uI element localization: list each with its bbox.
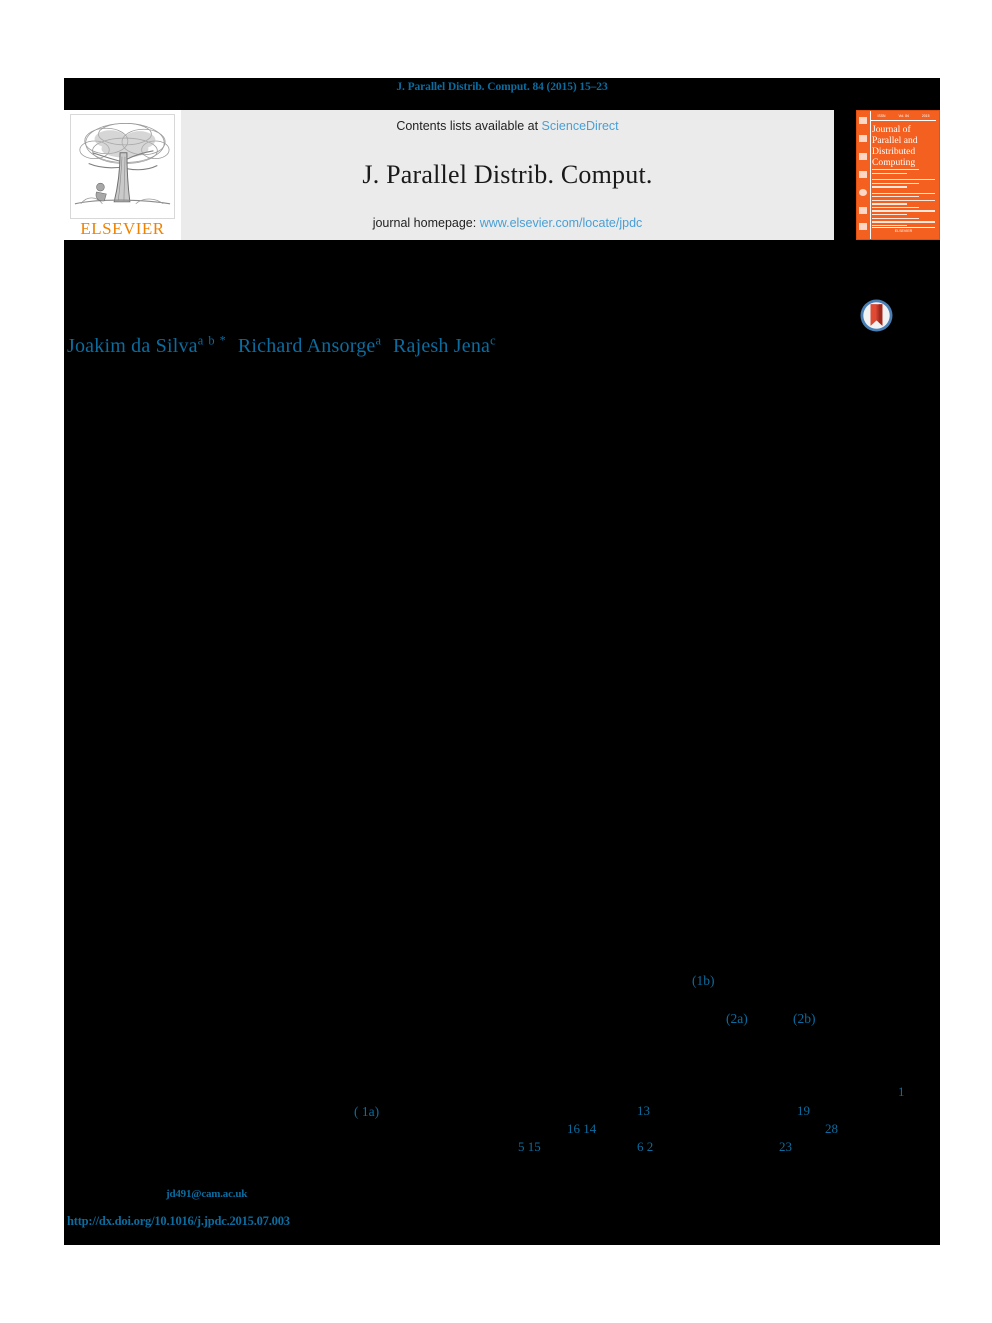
floating-label-0: (1b) [692,973,715,988]
journal-homepage-link[interactable]: www.elsevier.com/locate/jpdc [480,216,643,230]
floating-label-10: 6 2 [637,1139,654,1154]
author-affiliation-2: c [490,333,497,347]
homepage-label: journal homepage: [372,216,480,230]
crossmark-icon [860,299,893,332]
cover-title-line-1: Journal of [872,124,911,135]
cover-footer-wordmark: ELSEVIER [872,227,935,236]
cover-meta-2: 2015 [921,114,930,118]
sciencedirect-link[interactable]: ScienceDirect [542,119,619,133]
crossmark-badge[interactable] [858,297,895,334]
contents-available-text: Contents lists available at [396,119,542,133]
author-name-2: Rajesh Jena [392,334,491,357]
journal-homepage-line: journal homepage: www.elsevier.com/locat… [181,216,834,231]
floating-label-5: 13 [637,1103,650,1118]
author-affiliation-0: a b * [197,333,227,347]
floating-label-6: 19 [797,1103,810,1118]
elsevier-wordmark: ELSEVIER [80,219,165,238]
contents-available-line: Contents lists available at ScienceDirec… [181,119,834,134]
article-page-canvas: J. Parallel Distrib. Comput. 84 (2015) 1… [64,78,940,1245]
author-list: Joakim da Silvaa b * Richard Ansorgea Raje… [67,333,497,358]
doi-link[interactable]: http://dx.doi.org/10.1016/j.jpdc.2015.07… [67,1214,290,1229]
author-entry-2: Rajesh Jenac [392,333,497,357]
corresponding-author-email[interactable]: jd491@cam.ac.uk [166,1188,247,1200]
author-name-0: Joakim da Silva [67,334,198,357]
cover-title-line-2: Parallel and [872,135,918,147]
masthead-panel: Contents lists available at ScienceDirec… [181,110,834,240]
cover-top-meta: ISSN Vol. 84 2015 [871,114,936,121]
elsevier-logo: ELSEVIER [64,110,181,240]
cover-spine [857,111,871,239]
journal-masthead: ELSEVIER Contents lists available at Sci… [64,110,940,240]
floating-label-11: 23 [779,1139,792,1154]
journal-cover-thumbnail: ISSN Vol. 84 2015 Journal of Parallel an… [856,110,940,240]
cover-title-line-4: Computing [872,157,916,169]
cover-meta-0: ISSN [877,114,886,118]
floating-label-7: 16 14 [567,1121,597,1136]
cover-contents-rules [872,169,935,227]
floating-label-8: 28 [825,1121,838,1136]
cover-title-line-3: Distributed [872,146,916,158]
floating-label-1: (2a) [726,1011,748,1026]
cover-title: Journal of Parallel and Distributed Comp… [872,124,935,169]
elsevier-tree-drawing [71,117,174,216]
floating-label-9: 5 15 [518,1139,541,1154]
author-entry-1: Richard Ansorgea [237,333,382,357]
author-name-1: Richard Ansorge [237,334,376,357]
running-head-citation: J. Parallel Distrib. Comput. 84 (2015) 1… [396,81,608,93]
elsevier-tree-icon [70,114,175,219]
author-entry-0: Joakim da Silvaa b * [67,333,227,357]
author-affiliation-1: a [375,333,382,347]
cover-meta-1: Vol. 84 [898,114,909,118]
journal-title: J. Parallel Distrib. Comput. [362,159,653,189]
floating-label-4: ( 1a) [354,1104,380,1119]
floating-label-3: 1 [898,1084,905,1099]
floating-label-2: (2b) [793,1011,816,1026]
